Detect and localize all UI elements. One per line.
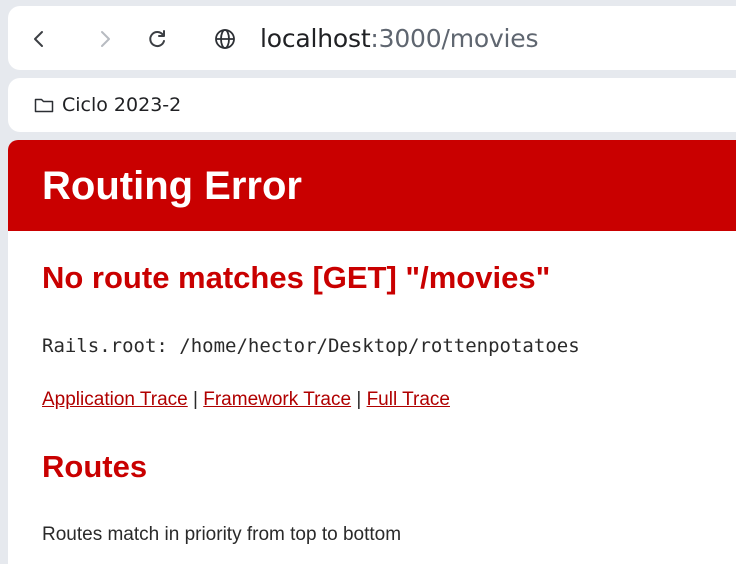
trace-separator: | [193, 389, 198, 410]
reload-icon[interactable] [144, 26, 170, 52]
framework-trace-link[interactable]: Framework Trace [203, 389, 351, 410]
page-content: Routing Error No route matches [GET] "/m… [8, 140, 736, 564]
bookmark-label: Ciclo 2023-2 [62, 94, 182, 116]
rails-root-path: Rails.root: /home/hector/Desktop/rottenp… [42, 335, 580, 357]
forward-arrow-icon[interactable] [92, 26, 118, 52]
page-title: Routing Error [42, 164, 302, 208]
trace-links: Application Trace | Framework Trace | Fu… [42, 387, 450, 413]
address-bar[interactable]: localhost:3000/movies [260, 23, 538, 55]
routes-heading: Routes [42, 449, 148, 484]
bookmarks-bar: Ciclo 2023-2 [8, 78, 736, 132]
url-path: :3000/movies [370, 24, 539, 53]
bookmark-folder-ciclo[interactable]: Ciclo 2023-2 [34, 92, 181, 118]
browser-window: localhost:3000/movies Ciclo 2023-2 Routi… [0, 0, 736, 564]
url-host: localhost [260, 24, 371, 53]
full-trace-link[interactable]: Full Trace [367, 389, 450, 410]
error-message: No route matches [GET] "/movies" [42, 260, 551, 295]
trace-separator: | [356, 389, 362, 410]
browser-toolbar: localhost:3000/movies [8, 6, 736, 70]
application-trace-link[interactable]: Application Trace [42, 389, 188, 410]
error-header: Routing Error [8, 140, 736, 231]
routes-note: Routes match in priority from top to bot… [42, 524, 402, 545]
globe-icon[interactable] [212, 26, 238, 52]
folder-icon [34, 97, 54, 113]
back-arrow-icon[interactable] [26, 26, 52, 52]
